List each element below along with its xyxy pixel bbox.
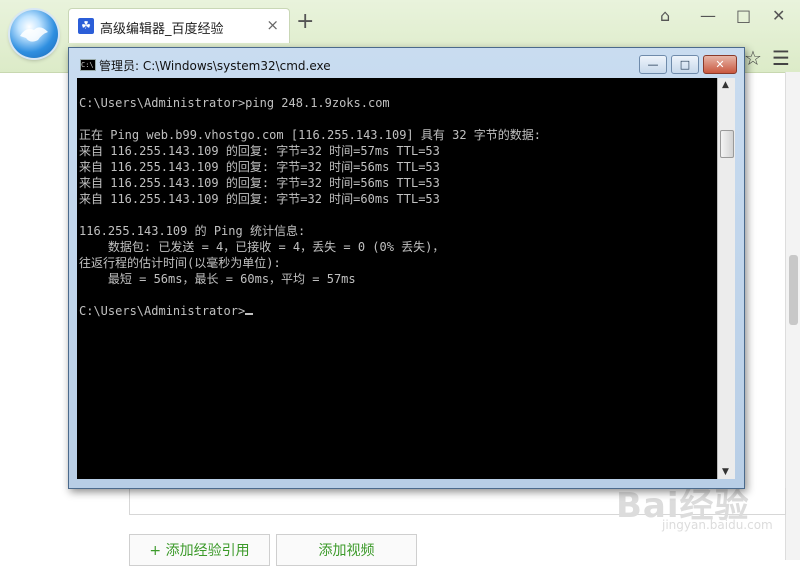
console-line: 来自 116.255.143.109 的回复: 字节=32 时间=60ms TT… — [79, 192, 440, 206]
console-text: C:\Users\Administrator>ping 248.1.9zoks.… — [79, 95, 541, 319]
add-reference-button[interactable]: + 添加经验引用 — [129, 534, 270, 566]
paw-icon: ☘ — [78, 18, 94, 34]
cmd-title: 管理员: C:\Windows\system32\cmd.exe — [99, 59, 331, 73]
console-scroll-thumb[interactable] — [720, 130, 734, 158]
browser-logo-icon[interactable] — [10, 10, 58, 58]
cmd-close-button[interactable]: ✕ — [703, 55, 737, 74]
console-line: C:\Users\Administrator> — [79, 304, 246, 318]
console-line: 来自 116.255.143.109 的回复: 字节=32 时间=57ms TT… — [79, 144, 440, 158]
console-line: 正在 Ping web.b99.vhostgo.com [116.255.143… — [79, 128, 542, 142]
menu-icon[interactable]: ☰ — [772, 46, 790, 70]
console-line: 数据包: 已发送 = 4，已接收 = 4，丢失 = 0 (0% 丢失)， — [79, 240, 445, 254]
new-tab-button[interactable]: + — [296, 11, 314, 33]
tab-close-icon[interactable]: × — [266, 16, 279, 34]
cmd-titlebar[interactable]: C:\ 管理员: C:\Windows\system32\cmd.exe — □… — [69, 48, 744, 78]
console-output[interactable]: C:\Users\Administrator>ping 248.1.9zoks.… — [77, 78, 717, 479]
minimize-button[interactable]: — — [700, 6, 716, 25]
cmd-minimize-button[interactable]: — — [639, 55, 667, 74]
add-video-button[interactable]: 添加视频 — [276, 534, 417, 566]
console-line: C:\Users\Administrator>ping 248.1.9zoks.… — [79, 96, 390, 110]
console-line: 116.255.143.109 的 Ping 统计信息: — [79, 224, 306, 238]
page-scrollbar-thumb[interactable] — [789, 255, 798, 325]
tab-title: 高级编辑器_百度经验 — [100, 22, 224, 37]
tab-baidu-jingyan[interactable]: ☘ 高级编辑器_百度经验 × — [68, 8, 290, 43]
skin-icon[interactable]: ⌂ — [660, 6, 670, 25]
scroll-down-arrow-icon[interactable]: ▼ — [722, 467, 729, 477]
console-scrollbar[interactable]: ▲ ▼ — [717, 78, 735, 479]
cmd-maximize-button[interactable]: □ — [671, 55, 699, 74]
console-line: 来自 116.255.143.109 的回复: 字节=32 时间=56ms TT… — [79, 176, 440, 190]
cmd-icon: C:\ — [80, 59, 96, 71]
text-cursor — [245, 313, 254, 315]
watermark-url: jingyan.baidu.com — [662, 518, 773, 532]
console-line: 往返行程的估计时间(以毫秒为单位): — [79, 256, 281, 270]
maximize-button[interactable]: □ — [736, 6, 751, 25]
favorites-star-icon[interactable]: ☆ — [744, 46, 762, 70]
cmd-window[interactable]: C:\ 管理员: C:\Windows\system32\cmd.exe — □… — [68, 47, 745, 489]
console-line: 最短 = 56ms，最长 = 60ms，平均 = 57ms — [79, 272, 356, 286]
close-window-button[interactable]: ✕ — [772, 6, 785, 25]
scroll-up-arrow-icon[interactable]: ▲ — [722, 80, 729, 90]
console-line: 来自 116.255.143.109 的回复: 字节=32 时间=56ms TT… — [79, 160, 440, 174]
